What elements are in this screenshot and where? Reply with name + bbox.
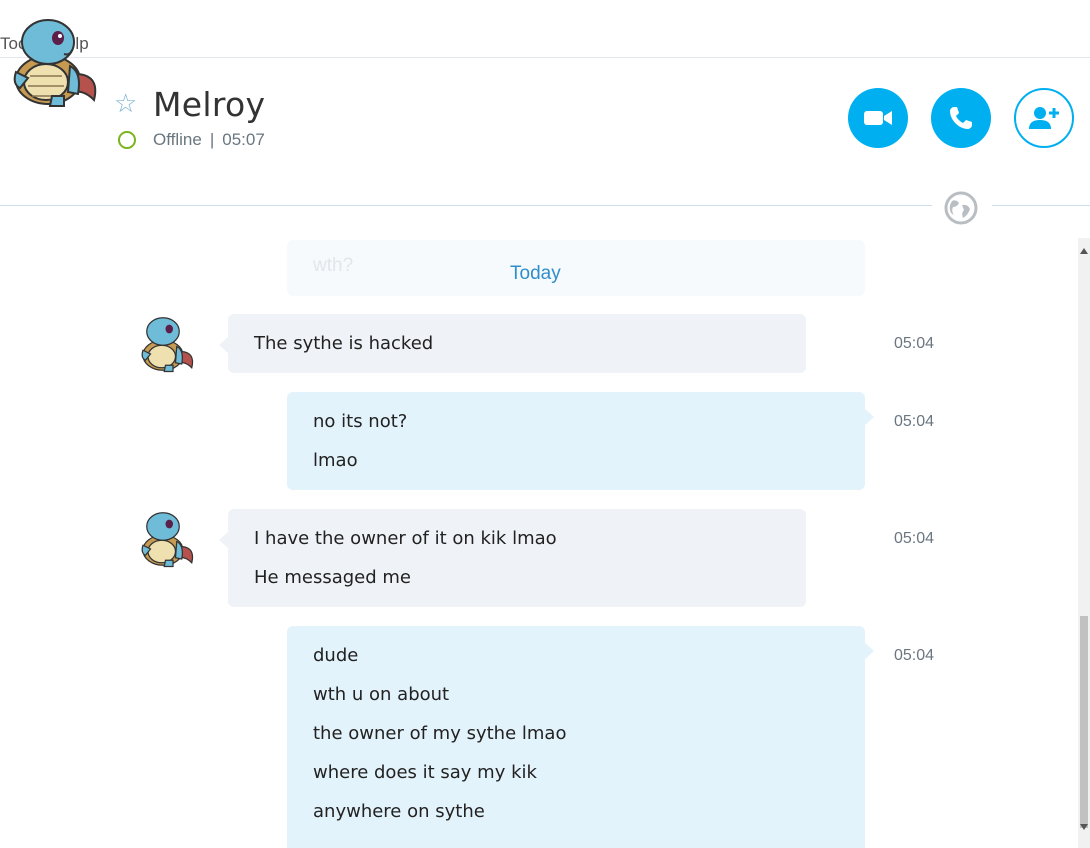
- video-call-button[interactable]: [848, 88, 908, 148]
- message-text: where does it say my kik: [313, 762, 537, 783]
- conversation-pane: wth? Today The sythe is hacked 05:04 no …: [0, 230, 1078, 848]
- message-text: the owner of my sythe lmao: [313, 723, 567, 744]
- scroll-thumb[interactable]: [1080, 616, 1088, 828]
- message-bubble-outgoing[interactable]: dude wth u on about the owner of my syth…: [287, 626, 874, 848]
- header-divider-right: [992, 205, 1090, 206]
- menu-bar: Tools Help: [0, 30, 1090, 58]
- message-text: anywhere on sythe: [313, 801, 485, 822]
- message-bubble-outgoing[interactable]: no its not? lmao: [287, 392, 874, 490]
- local-time: 05:07: [222, 130, 265, 149]
- presence-offline-icon: [118, 131, 136, 149]
- audio-call-button[interactable]: [931, 88, 991, 148]
- message-text: wth u on about: [313, 684, 450, 705]
- message-text: The sythe is hacked: [254, 333, 434, 354]
- message-timestamp: 05:04: [894, 647, 935, 664]
- contact-status-line: Offline | 05:07: [153, 130, 265, 150]
- message-text: no its not?: [313, 411, 408, 432]
- message-timestamp: 05:04: [894, 530, 935, 547]
- scroll-down-arrow-icon[interactable]: [1080, 824, 1088, 830]
- date-label: Today: [510, 263, 561, 284]
- scroll-up-arrow-icon[interactable]: [1080, 248, 1088, 254]
- sender-avatar[interactable]: [138, 315, 198, 373]
- globe-icon[interactable]: [944, 191, 978, 225]
- status-text: Offline: [153, 130, 202, 149]
- sender-avatar[interactable]: [138, 510, 198, 568]
- add-contact-icon: [1029, 107, 1059, 129]
- message-text: I have the owner of it on kik lmao: [254, 528, 557, 549]
- contact-avatar[interactable]: [8, 16, 104, 108]
- message-timestamp: 05:04: [894, 413, 935, 430]
- phone-icon: [950, 107, 972, 129]
- message-timestamp: 05:04: [894, 335, 935, 352]
- message-text: dude: [313, 645, 359, 666]
- video-camera-icon: [864, 111, 892, 125]
- status-separator: |: [209, 130, 215, 149]
- message-bubble-incoming[interactable]: I have the owner of it on kik lmao He me…: [219, 509, 806, 607]
- conversation-scrollbar[interactable]: [1078, 238, 1090, 848]
- previous-message-text: wth?: [313, 255, 354, 276]
- message-text: He messaged me: [254, 567, 411, 588]
- previous-message-faded: [287, 240, 865, 296]
- contact-name: Melroy: [153, 85, 266, 124]
- favorite-star-icon[interactable]: ☆: [114, 90, 137, 116]
- header-divider: [0, 205, 932, 206]
- message-bubble-incoming[interactable]: The sythe is hacked: [219, 314, 806, 373]
- add-people-button[interactable]: [1014, 88, 1074, 148]
- message-text: lmao: [313, 450, 358, 471]
